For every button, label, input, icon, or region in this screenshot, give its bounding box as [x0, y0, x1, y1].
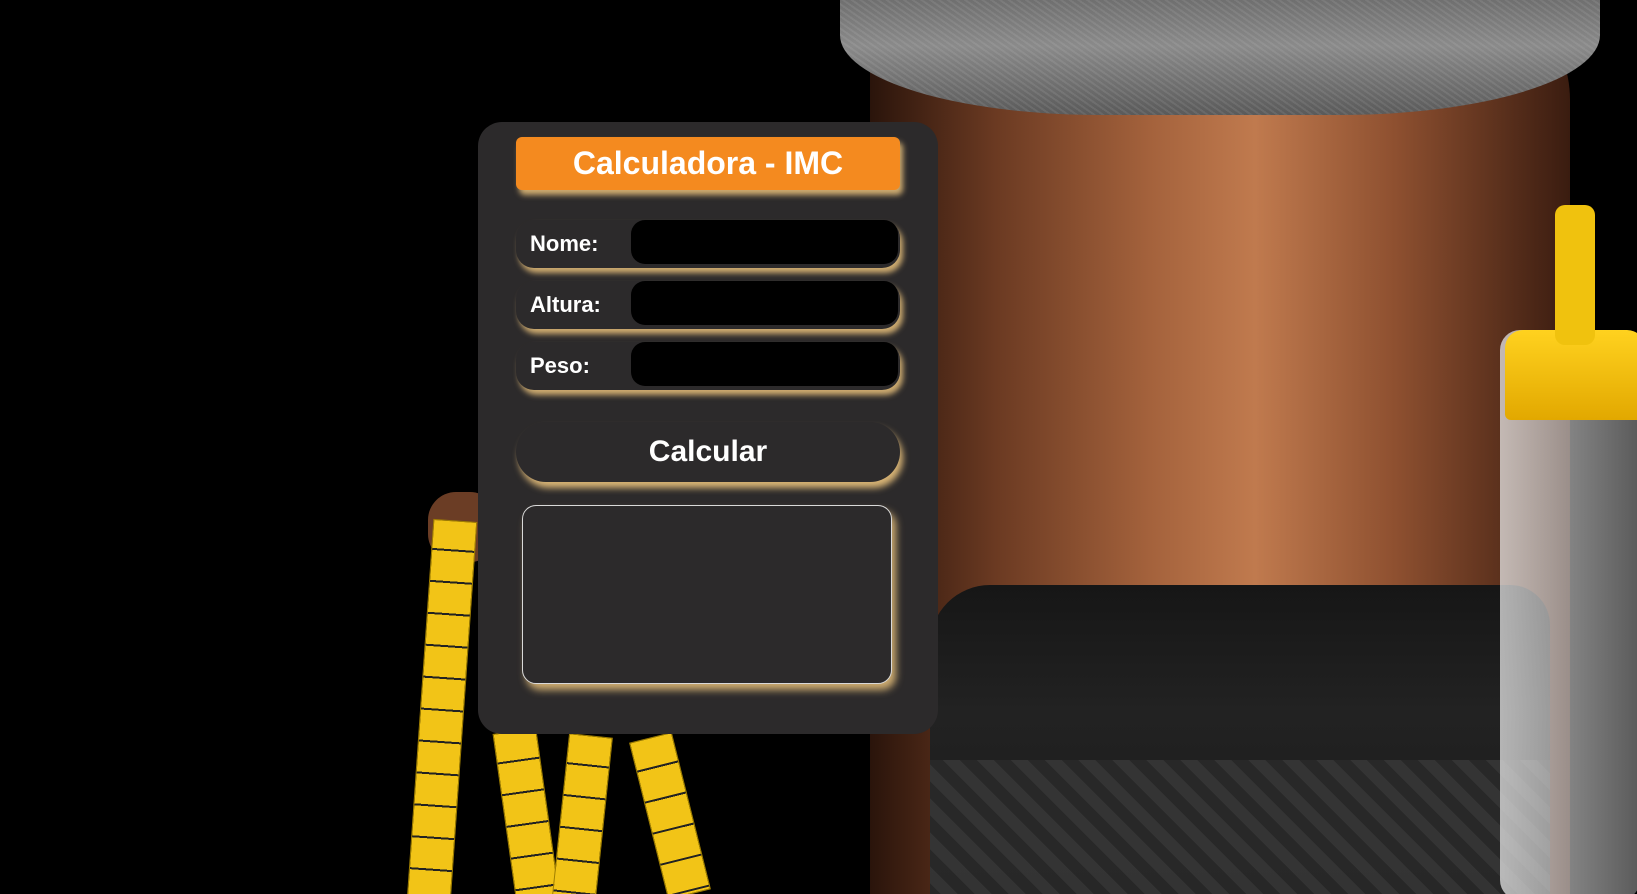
height-row: Altura: [516, 281, 900, 329]
weight-input[interactable] [631, 342, 898, 386]
measuring-tape-image [492, 727, 562, 894]
shorts-pattern-image [930, 760, 1550, 894]
sports-bra-image [840, 0, 1600, 115]
weight-label: Peso: [530, 353, 590, 378]
calculate-button[interactable]: Calcular [516, 422, 900, 482]
height-label: Altura: [530, 292, 601, 317]
name-row: Nome: [516, 220, 900, 268]
height-input[interactable] [631, 281, 898, 325]
name-input[interactable] [631, 220, 898, 264]
page-title: Calculadora - IMC [572, 145, 844, 181]
title-banner: Calculadora - IMC [516, 137, 900, 190]
result-box [522, 505, 892, 684]
imc-calculator-card: Calculadora - IMC Nome: Altura: Peso: Ca… [478, 122, 938, 734]
name-label: Nome: [530, 231, 599, 256]
measuring-tape-image [406, 518, 478, 894]
measuring-tape-image [629, 732, 711, 894]
shaker-spout-image [1555, 205, 1595, 345]
weight-row: Peso: [516, 342, 900, 390]
measuring-tape-image [551, 733, 613, 894]
